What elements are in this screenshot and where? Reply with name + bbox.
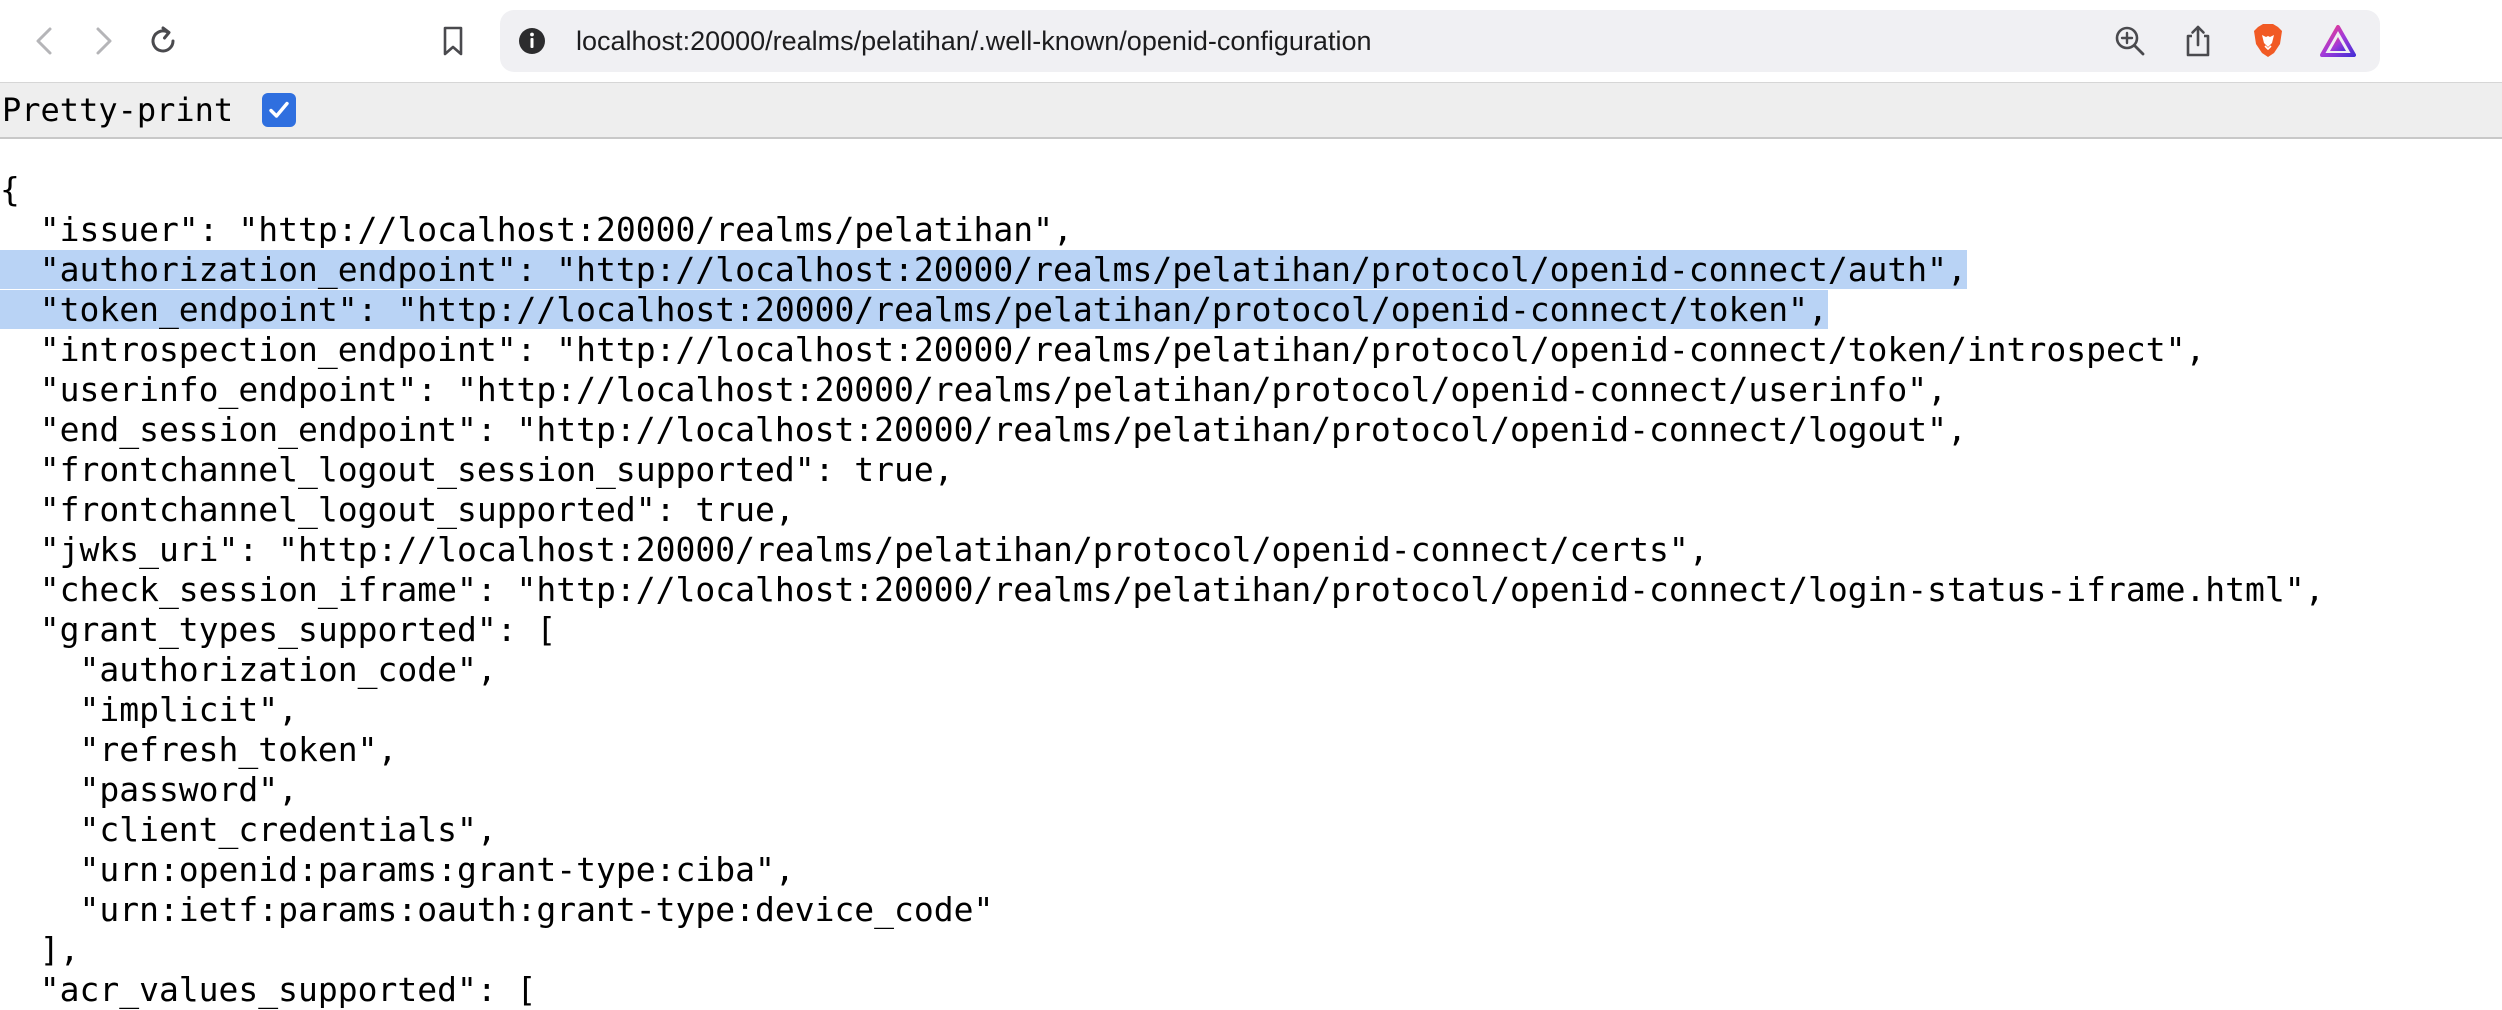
json-line-text: "refresh_token", [0,730,398,769]
json-line: "password", [0,770,2325,810]
json-line: "client_credentials", [0,810,2325,850]
json-line: "authorization_code", [0,650,2325,690]
json-line-text: "userinfo_endpoint": "http://localhost:2… [0,370,1948,409]
json-line-text: "password", [0,770,299,809]
pretty-print-checkbox[interactable] [262,93,296,127]
zoom-icon [2115,26,2145,56]
forward-button[interactable] [78,16,128,66]
json-line: "introspection_endpoint": "http://localh… [0,330,2325,370]
json-line: "implicit", [0,690,2325,730]
json-line: "end_session_endpoint": "http://localhos… [0,410,2325,450]
json-line: "check_session_iframe": "http://localhos… [0,570,2325,610]
json-line-text: "authorization_code", [0,650,497,689]
json-line: "refresh_token", [0,730,2325,770]
json-line-text: ], [0,930,80,969]
json-line-text: "introspection_endpoint": "http://localh… [0,330,2206,369]
json-line-text: "check_session_iframe": "http://localhos… [0,570,2325,609]
json-line-text: "token_endpoint": "http://localhost:2000… [0,290,1828,329]
json-line: "jwks_uri": "http://localhost:20000/real… [0,530,2325,570]
brave-rewards-triangle-icon [2320,25,2356,57]
zoom-button[interactable] [2110,21,2150,61]
json-line-text: "acr_values_supported": [ [0,970,537,1009]
back-arrow-icon [36,27,52,55]
checkmark-icon [269,101,289,118]
json-line-text: "client_credentials", [0,810,497,849]
share-button[interactable] [2178,21,2218,61]
browser-toolbar: localhost:20000/realms/pelatihan/.well-k… [0,0,2502,82]
json-line: "urn:ietf:params:oauth:grant-type:device… [0,890,2325,930]
reload-icon [151,26,175,53]
json-line-text: "grant_types_supported": [ [0,610,557,649]
json-line: "grant_types_supported": [ [0,610,2325,650]
json-line-text: "urn:openid:params:grant-type:ciba", [0,850,795,889]
json-line: "frontchannel_logout_session_supported":… [0,450,2325,490]
json-line: "authorization_endpoint": "http://localh… [0,250,2325,290]
json-viewer: { "issuer": "http://localhost:20000/real… [0,170,2325,1010]
json-line-text: "end_session_endpoint": "http://localhos… [0,410,1967,449]
json-line-text: "issuer": "http://localhost:20000/realms… [0,210,1073,249]
pretty-print-bar: Pretty-print [0,82,2502,139]
pretty-print-label: Pretty-print [2,91,234,129]
bookmark-icon [443,26,463,56]
json-line: "userinfo_endpoint": "http://localhost:2… [0,370,2325,410]
bookmark-button[interactable] [428,16,478,66]
json-line: "acr_values_supported": [ [0,970,2325,1010]
json-line: "token_endpoint": "http://localhost:2000… [0,290,2325,330]
json-line: "frontchannel_logout_supported": true, [0,490,2325,530]
reload-button[interactable] [138,16,188,66]
json-line-text: "frontchannel_logout_supported": true, [0,490,795,529]
brave-rewards-button[interactable] [2318,21,2358,61]
brave-lion-icon [2254,24,2282,57]
json-line: "urn:openid:params:grant-type:ciba", [0,850,2325,890]
brave-shields-button[interactable] [2248,21,2288,61]
json-line-text: "authorization_endpoint": "http://localh… [0,250,1967,289]
json-line-text: { [0,170,20,209]
json-line: "issuer": "http://localhost:20000/realms… [0,210,2325,250]
back-button[interactable] [20,16,70,66]
json-line: ], [0,930,2325,970]
json-line-text: "frontchannel_logout_session_supported":… [0,450,954,489]
json-line: { [0,170,2325,210]
json-line-text: "urn:ietf:params:oauth:grant-type:device… [0,890,994,929]
json-line-text: "implicit", [0,690,299,729]
url-text[interactable]: localhost:20000/realms/pelatihan/.well-k… [576,10,1372,72]
json-line-text: "jwks_uri": "http://localhost:20000/real… [0,530,1709,569]
share-icon [2186,25,2210,57]
forward-arrow-icon [96,27,112,55]
info-icon[interactable] [516,25,548,57]
address-bar[interactable]: localhost:20000/realms/pelatihan/.well-k… [500,10,2380,72]
